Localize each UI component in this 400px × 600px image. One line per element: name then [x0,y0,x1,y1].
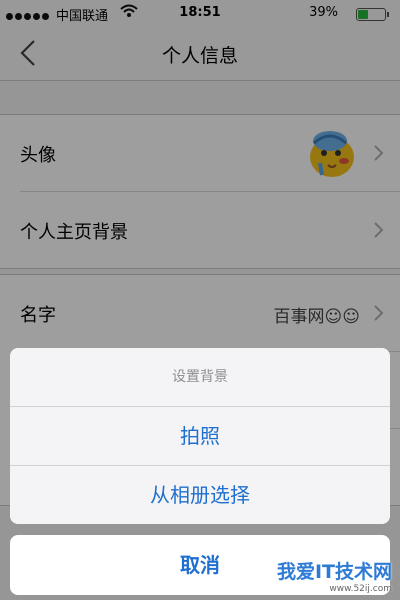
watermark-text: 我爱IT技术网 [276,561,392,583]
watermark: 我爱IT技术网 www.52ij.com [277,557,392,594]
watermark-url: www.52ij.com [329,584,392,594]
action-sheet-title: 设置背景 [10,348,390,407]
choose-from-album-option[interactable]: 从相册选择 [10,466,390,524]
action-sheet: 设置背景 拍照 从相册选择 [10,348,390,524]
take-photo-option[interactable]: 拍照 [10,407,390,466]
